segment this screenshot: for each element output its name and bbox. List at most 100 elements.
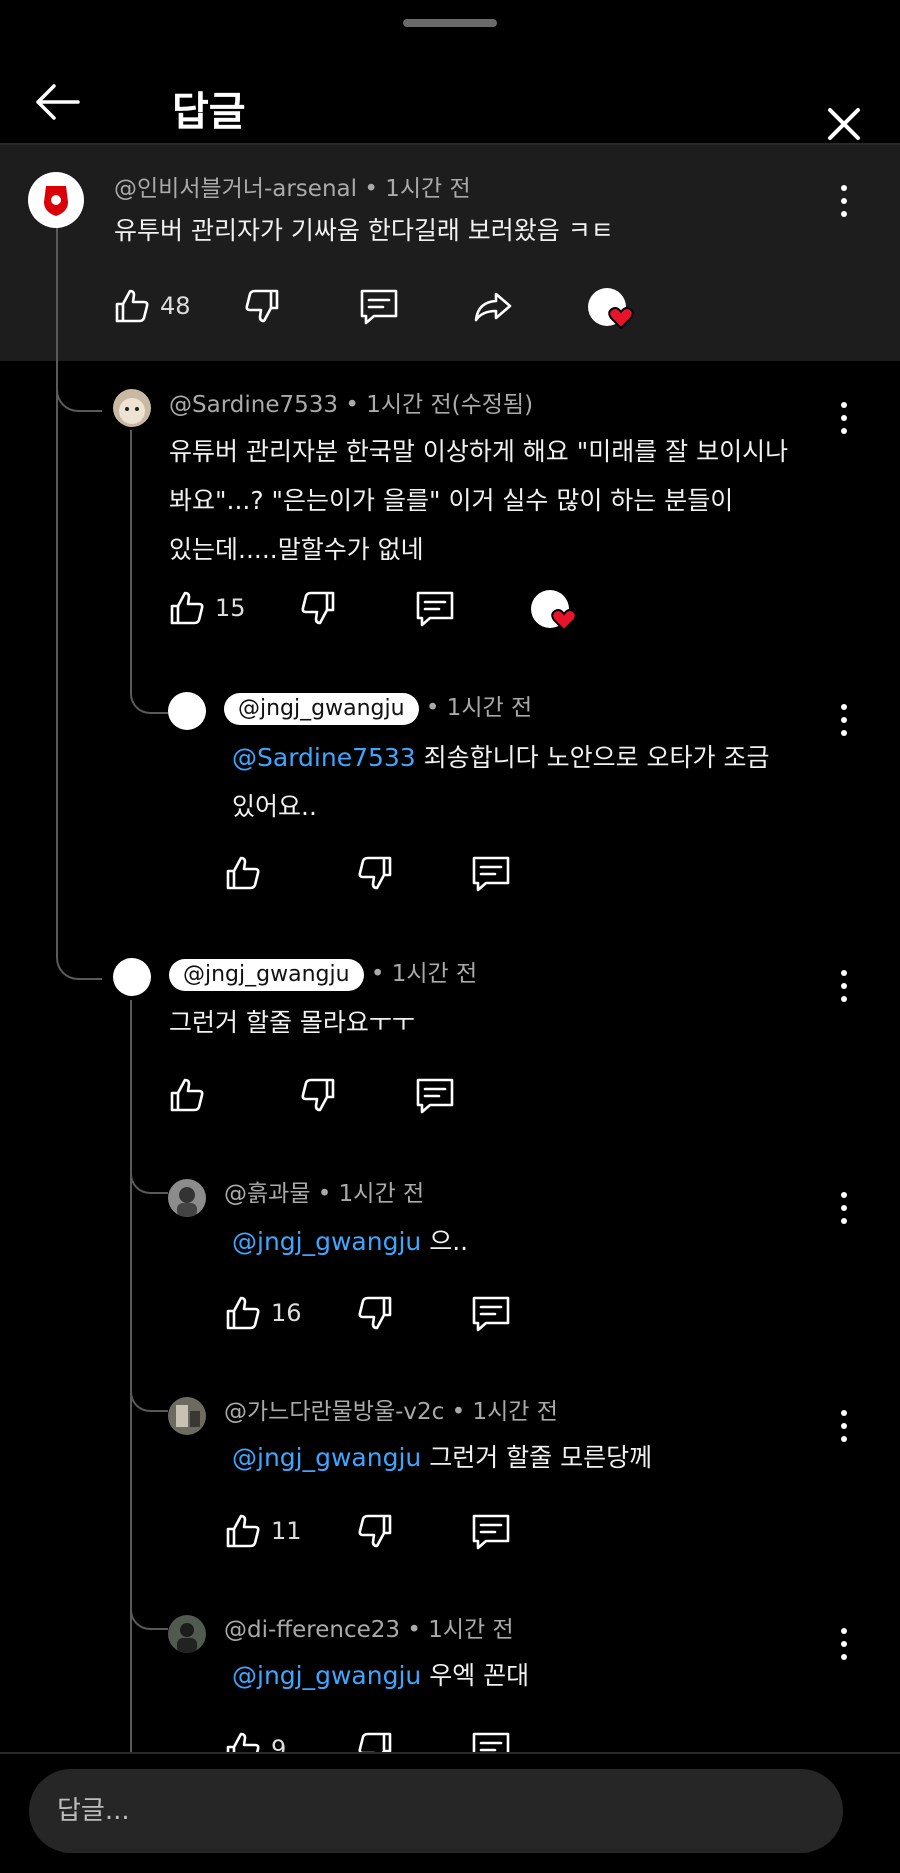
avatar[interactable]	[168, 692, 206, 730]
thumbs-up-icon	[226, 856, 260, 890]
thumbs-down-icon	[358, 1514, 392, 1548]
reply-input[interactable]	[29, 1769, 843, 1853]
avatar[interactable]	[168, 1615, 206, 1653]
mention-link[interactable]: @jngj_gwangju	[232, 1227, 421, 1256]
comment-line: 유투버 관리자가 기싸움 한다길래 보러왔음 ㅋㅌ	[114, 216, 614, 245]
comment-actions: 16	[223, 1293, 523, 1337]
thread-connector	[130, 1586, 168, 1630]
mention-link[interactable]: @jngj_gwangju	[232, 1661, 421, 1690]
comment-meta: @jngj_gwangju • 1시간 전	[224, 693, 533, 726]
avatar[interactable]	[28, 172, 84, 228]
reply-bar	[0, 1752, 900, 1873]
comment-text: @Sardine7533 죄송합니다 노안으로 오타가 조금 있어요..	[232, 733, 770, 831]
more-options-icon[interactable]	[834, 966, 854, 1006]
like-button[interactable]	[223, 853, 263, 893]
author-handle[interactable]: @di-fference23	[224, 1617, 400, 1643]
comment-line: 유튜버 관리자분 한국말 이상하게 해요 "미래를 잘 보이시나	[169, 437, 789, 466]
like-button[interactable]	[167, 1075, 207, 1115]
timestamp: • 1시간 전	[425, 695, 533, 721]
comment-line: 으..	[421, 1227, 469, 1256]
comment-icon	[472, 856, 510, 892]
comment-line: 그런거 할줄 모른당께	[421, 1443, 653, 1472]
like-button[interactable]: 48	[112, 286, 191, 326]
heart-icon	[608, 307, 634, 330]
thumbs-up-icon	[170, 591, 204, 625]
thumbs-down-icon	[301, 591, 335, 625]
more-options-icon[interactable]	[834, 1624, 854, 1664]
dislike-button[interactable]	[355, 853, 395, 893]
timestamp: • 1시간 전	[370, 961, 478, 987]
more-options-icon[interactable]	[834, 1406, 854, 1446]
share-icon	[474, 292, 512, 322]
dislike-button[interactable]	[355, 1511, 395, 1551]
author-handle[interactable]: @Sardine7533	[169, 392, 338, 418]
close-icon[interactable]	[822, 102, 866, 146]
comment-icon	[360, 289, 398, 325]
thumbs-down-icon	[245, 289, 279, 323]
more-options-icon[interactable]	[834, 181, 854, 221]
reply-button[interactable]	[470, 1293, 512, 1333]
like-button[interactable]: 11	[223, 1511, 302, 1551]
back-arrow-icon[interactable]	[32, 82, 82, 122]
thumbs-up-icon	[170, 1078, 204, 1112]
comment-text: 유튜버 관리자분 한국말 이상하게 해요 "미래를 잘 보이시나 봐요"...?…	[169, 427, 788, 574]
comment-icon	[416, 1078, 454, 1114]
thumbs-down-icon	[358, 1296, 392, 1330]
comment-text: @jngj_gwangju 으..	[232, 1217, 468, 1266]
like-count: 11	[271, 1517, 302, 1545]
comment-meta: @jngj_gwangju • 1시간 전	[169, 959, 478, 992]
author-handle[interactable]: @가느다란물방울-v2c	[224, 1399, 444, 1425]
comment-line: 죄송합니다 노안으로 오타가 조금	[415, 743, 770, 772]
thumbs-down-icon	[358, 856, 392, 890]
reply-button[interactable]	[470, 1511, 512, 1551]
more-options-icon[interactable]	[834, 700, 854, 740]
thumbs-up-icon	[226, 1514, 260, 1548]
like-count: 16	[271, 1299, 302, 1327]
dislike-button[interactable]	[355, 1293, 395, 1333]
dislike-button[interactable]	[298, 1075, 338, 1115]
timestamp: • 1시간 전(수정됨)	[345, 392, 534, 418]
thumbs-up-icon	[115, 289, 149, 323]
timestamp: • 1시간 전	[407, 1617, 514, 1643]
like-count: 15	[215, 594, 246, 622]
author-handle[interactable]: @jngj_gwangju	[169, 959, 364, 992]
avatar[interactable]	[113, 958, 151, 996]
comment-actions: 48	[112, 286, 634, 330]
author-handle[interactable]: @jngj_gwangju	[224, 693, 419, 726]
thread-line	[56, 222, 58, 944]
like-button[interactable]: 16	[223, 1293, 302, 1333]
reply-button[interactable]	[470, 853, 512, 893]
avatar[interactable]	[113, 389, 151, 427]
comment-meta: @di-fference23 • 1시간 전	[224, 1617, 514, 1645]
page-title: 답글	[172, 89, 246, 135]
thumbs-up-icon	[226, 1296, 260, 1330]
author-handle[interactable]: @흙과물	[224, 1181, 310, 1207]
more-options-icon[interactable]	[834, 398, 854, 438]
thread-connector	[130, 670, 168, 714]
comment-icon	[416, 591, 454, 627]
dislike-button[interactable]	[298, 588, 338, 628]
avatar[interactable]	[168, 1397, 206, 1435]
mention-link[interactable]: @jngj_gwangju	[232, 1443, 421, 1472]
like-button[interactable]: 15	[167, 588, 246, 628]
comment-actions: 11	[223, 1511, 523, 1555]
mention-link[interactable]: @Sardine7533	[232, 743, 416, 772]
reply-button[interactable]	[414, 1075, 456, 1115]
more-options-icon[interactable]	[834, 1188, 854, 1228]
comment-actions	[223, 853, 523, 897]
author-handle[interactable]: @인비서블거너-arsenal	[114, 176, 357, 202]
dislike-button[interactable]	[242, 286, 282, 326]
avatar[interactable]	[168, 1179, 206, 1217]
thread-connector	[56, 920, 102, 980]
comment-icon	[472, 1514, 510, 1550]
timestamp: • 1시간 전	[364, 176, 471, 202]
comment-meta: @가느다란물방울-v2c • 1시간 전	[224, 1399, 558, 1427]
share-button[interactable]	[472, 286, 514, 326]
comment-text: @jngj_gwangju 그런거 할줄 모른당께	[232, 1433, 652, 1482]
reply-button[interactable]	[358, 286, 400, 326]
reply-button[interactable]	[414, 588, 456, 628]
comment-line: 봐요"...? "은는이가 을를" 이거 실수 많이 하는 분들이	[169, 486, 734, 515]
comment-meta: @Sardine7533 • 1시간 전(수정됨)	[169, 392, 533, 420]
sheet-drag-handle[interactable]	[403, 19, 497, 27]
comment-line: 그런거 할줄 몰라요ㅜㅜ	[169, 1008, 415, 1037]
